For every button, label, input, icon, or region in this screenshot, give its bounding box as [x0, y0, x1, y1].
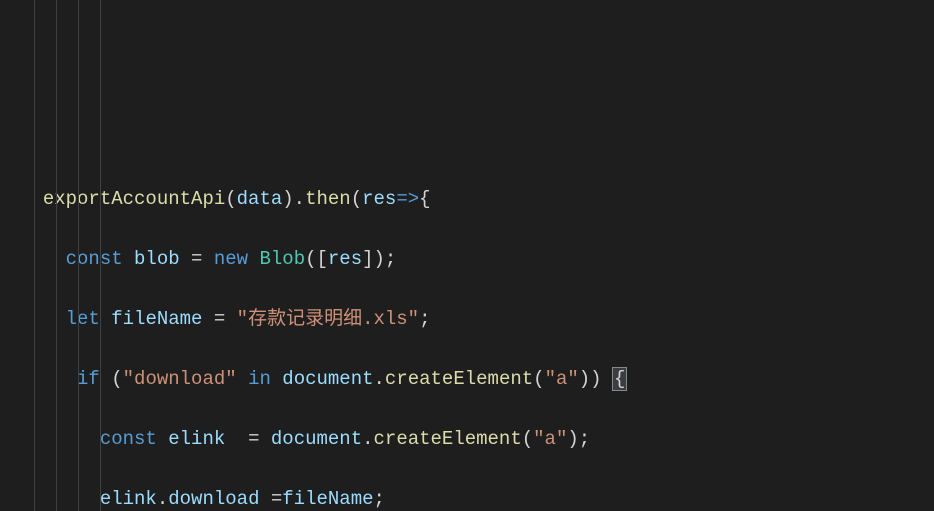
string-literal: "a": [545, 368, 579, 390]
param: res: [362, 188, 396, 210]
keyword: new: [214, 248, 248, 270]
identifier: elink: [100, 488, 157, 510]
keyword: const: [66, 248, 123, 270]
brace-match-icon: {: [612, 367, 627, 391]
code-line[interactable]: let fileName = "存款记录明细.xls";: [20, 304, 934, 334]
identifier: blob: [134, 248, 180, 270]
property: download: [168, 488, 259, 510]
identifier: document: [271, 428, 362, 450]
identifier: fileName: [111, 308, 202, 330]
identifier: elink: [168, 428, 225, 450]
code-line[interactable]: elink.download =fileName;: [20, 484, 934, 511]
keyword: let: [66, 308, 100, 330]
keyword: in: [248, 368, 271, 390]
identifier: data: [237, 188, 283, 210]
identifier: fileName: [282, 488, 373, 510]
keyword: if: [77, 368, 100, 390]
string-literal: "a": [533, 428, 567, 450]
identifier: res: [328, 248, 362, 270]
method-call: then: [305, 188, 351, 210]
code-editor[interactable]: exportAccountApi(data).then(res=>{ const…: [0, 0, 934, 511]
string-literal: "存款记录明细.xls": [237, 308, 419, 330]
identifier: document: [282, 368, 373, 390]
code-line[interactable]: if ("download" in document.createElement…: [20, 364, 934, 394]
method-call: createElement: [374, 428, 522, 450]
class: Blob: [259, 248, 305, 270]
code-line[interactable]: const blob = new Blob([res]);: [20, 244, 934, 274]
code-line[interactable]: const elink = document.createElement("a"…: [20, 424, 934, 454]
function-call: exportAccountApi: [43, 188, 225, 210]
method-call: createElement: [385, 368, 533, 390]
code-line[interactable]: exportAccountApi(data).then(res=>{: [20, 184, 934, 214]
keyword: const: [100, 428, 157, 450]
string-literal: "download": [123, 368, 237, 390]
